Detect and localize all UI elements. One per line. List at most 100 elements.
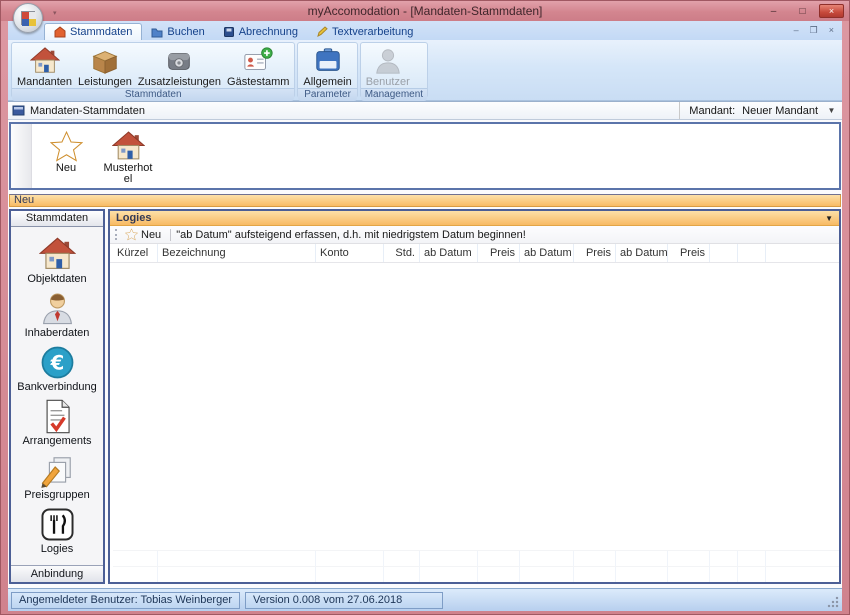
- button-label: Zusatzleistungen: [137, 76, 222, 88]
- window-controls: – □ ×: [761, 4, 844, 18]
- tab-buchen[interactable]: Buchen: [142, 23, 213, 40]
- statusbar: Angemeldeter Benutzer: Tobias Weinberger…: [8, 588, 842, 611]
- toolbar-grip[interactable]: [115, 229, 117, 240]
- app-menu-button[interactable]: [13, 3, 43, 33]
- person-card-plus-icon: [243, 46, 273, 76]
- sidebar-item-label: Arrangements: [22, 435, 92, 447]
- column-header-preis-1[interactable]: Preis: [478, 244, 520, 262]
- statusbar-user: Angemeldeter Benutzer: Tobias Weinberger: [11, 591, 240, 609]
- tab-label: Stammdaten: [70, 26, 133, 38]
- column-header-preis-2[interactable]: Preis: [574, 244, 616, 262]
- benutzer-button: Benutzer: [363, 45, 413, 88]
- sidebar-item-bankverbindung[interactable]: Bankverbindung: [11, 342, 103, 396]
- sidebar: Stammdaten Objektdaten Inhaberdaten Bank…: [9, 209, 105, 584]
- column-header-kuerzel[interactable]: Kürzel: [113, 244, 158, 262]
- sidebar-item-label: Logies: [40, 543, 74, 555]
- sidebar-footer-anbindung[interactable]: Anbindung: [11, 565, 103, 582]
- grid-empty-row: [113, 550, 839, 566]
- logies-hint-text: "ab Datum" aufsteigend erfassen, d.h. mi…: [176, 228, 526, 241]
- mandanten-button[interactable]: Mandanten: [14, 45, 75, 88]
- ribbon-group-stammdaten: Mandanten Leistungen Zusatzleistungen Gä…: [11, 42, 296, 101]
- logies-panel: Logies ▼ Neu "ab Datum" aufsteigend erfa…: [108, 209, 841, 584]
- ribbon-tabstrip: Stammdaten Buchen Abrechnung Textverarbe…: [8, 21, 842, 40]
- mdi-window-controls: – ❐ ×: [794, 25, 842, 36]
- logies-neu-label: Neu: [141, 228, 162, 241]
- sidebar-item-preisgruppen[interactable]: Preisgruppen: [11, 450, 103, 504]
- mdi-minimize-button[interactable]: –: [794, 25, 799, 36]
- mandant-value[interactable]: Neuer Mandant: [742, 105, 818, 117]
- mdi-close-button[interactable]: ×: [829, 25, 834, 36]
- column-header-konto[interactable]: Konto: [316, 244, 384, 262]
- ribbon: Mandanten Leistungen Zusatzleistungen Gä…: [8, 40, 842, 101]
- tab-label: Abrechnung: [238, 25, 299, 38]
- mdi-restore-button[interactable]: ❐: [810, 25, 818, 36]
- allgemein-button[interactable]: Allgemein: [300, 45, 354, 88]
- blue-folder-icon: [313, 46, 343, 76]
- column-header-preis-3[interactable]: Preis: [668, 244, 710, 262]
- column-header-ab-datum-3[interactable]: ab Datum: [616, 244, 668, 262]
- user-gray-icon: [373, 46, 403, 76]
- sidebar-item-arrangements[interactable]: Arrangements: [11, 396, 103, 450]
- button-label: Benutzer: [365, 76, 410, 88]
- pages-pencil-icon: [39, 452, 76, 489]
- gaestestamm-button[interactable]: Gästestamm: [224, 45, 292, 88]
- column-header-std[interactable]: Std.: [384, 244, 420, 262]
- grid-empty-rows: [113, 550, 839, 582]
- star-icon: [50, 130, 83, 163]
- group-caption: Stammdaten: [12, 88, 295, 101]
- column-header-ab-datum-1[interactable]: ab Datum: [420, 244, 478, 262]
- app-window: myAccomodation - [Mandaten-Stammdaten] ▾…: [0, 0, 850, 615]
- button-label: Gästestamm: [227, 76, 290, 88]
- maximize-button[interactable]: □: [790, 4, 815, 18]
- logies-panel-title: Logies: [116, 212, 152, 224]
- mandanten-toolbar: Neu Musterhotel: [9, 122, 841, 190]
- selection-header-bar: Neu: [9, 194, 841, 207]
- quick-access-dropdown-icon[interactable]: ▾: [53, 9, 57, 17]
- workspace: Neu Musterhotel Neu Stammdaten Objektdat…: [8, 120, 842, 588]
- tab-abrechnung[interactable]: Abrechnung: [214, 23, 307, 40]
- resize-grip[interactable]: [827, 596, 839, 608]
- grid-empty-row: [113, 566, 839, 582]
- document-check-icon: [39, 398, 76, 435]
- buchen-tab-icon: [151, 28, 163, 37]
- sidebar-header: Stammdaten: [11, 211, 103, 227]
- house-icon: [30, 46, 60, 76]
- panel-dropdown-icon[interactable]: ▼: [825, 214, 833, 223]
- zusatzleistungen-button[interactable]: Zusatzleistungen: [135, 45, 224, 88]
- logies-neu-button[interactable]: Neu: [121, 228, 165, 241]
- group-caption: Parameter: [298, 88, 357, 101]
- toolbar-separator: [170, 228, 172, 241]
- wallet-icon: [164, 46, 194, 76]
- mdi-caption-bar: Mandaten-Stammdaten Mandant: Neuer Manda…: [8, 101, 842, 120]
- close-button[interactable]: ×: [819, 4, 844, 18]
- house-icon: [39, 236, 76, 273]
- leistungen-button[interactable]: Leistungen: [75, 45, 135, 88]
- neu-mandant-button[interactable]: Neu: [40, 130, 92, 174]
- logies-grid-body[interactable]: [110, 263, 839, 582]
- column-header-bezeichnung[interactable]: Bezeichnung: [158, 244, 316, 262]
- sidebar-item-label: Bankverbindung: [17, 381, 97, 393]
- sidebar-item-objektdaten[interactable]: Objektdaten: [11, 234, 103, 288]
- minimize-button[interactable]: –: [761, 4, 786, 18]
- tab-stammdaten[interactable]: Stammdaten: [44, 23, 143, 40]
- column-header-empty: [710, 244, 738, 262]
- abrechnung-tab-icon: [223, 26, 234, 37]
- logies-panel-header: Logies ▼: [110, 211, 839, 226]
- mandant-selector[interactable]: Mandant: Neuer Mandant ▼: [679, 102, 838, 119]
- logies-toolbar: Neu "ab Datum" aufsteigend erfassen, d.h…: [110, 226, 839, 244]
- mdi-window-icon: [12, 105, 25, 116]
- column-header-ab-datum-2[interactable]: ab Datum: [520, 244, 574, 262]
- statusbar-version: Version 0.008 vom 27.06.2018: [245, 591, 443, 609]
- sidebar-item-inhaberdaten[interactable]: Inhaberdaten: [11, 288, 103, 342]
- textverarbeitung-tab-icon: [317, 25, 328, 37]
- star-icon: [125, 228, 138, 241]
- musterhotel-button[interactable]: Musterhotel: [102, 130, 154, 185]
- sidebar-item-logies[interactable]: Logies: [11, 504, 103, 558]
- sidebar-item-label: Objektdaten: [27, 273, 87, 285]
- button-label: Mandanten: [17, 76, 73, 88]
- euro-icon: [39, 344, 76, 381]
- tab-textverarbeitung[interactable]: Textverarbeitung: [307, 23, 422, 40]
- logies-grid-header: Kürzel Bezeichnung Konto Std. ab Datum P…: [110, 244, 839, 263]
- mandant-dropdown-icon[interactable]: ▼: [825, 106, 838, 115]
- button-label: Leistungen: [78, 76, 132, 88]
